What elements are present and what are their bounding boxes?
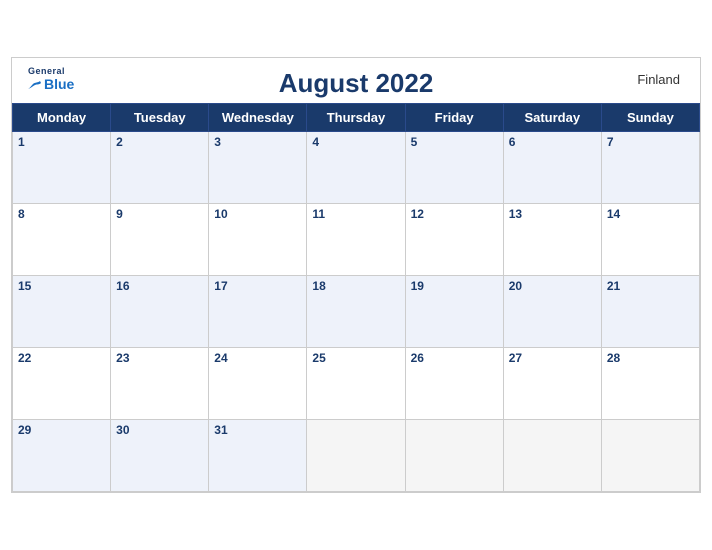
calendar-day-cell: 27 — [503, 348, 601, 420]
calendar-day-cell: 8 — [13, 204, 111, 276]
day-number: 17 — [214, 279, 301, 293]
day-number: 11 — [312, 207, 399, 221]
day-number: 1 — [18, 135, 105, 149]
day-number: 15 — [18, 279, 105, 293]
day-number: 28 — [607, 351, 694, 365]
weekday-thursday: Thursday — [307, 104, 405, 132]
calendar-container: General Blue August 2022 Finland Monday … — [11, 57, 701, 493]
day-number: 18 — [312, 279, 399, 293]
calendar-day-cell: 25 — [307, 348, 405, 420]
day-number: 10 — [214, 207, 301, 221]
calendar-day-cell: 14 — [601, 204, 699, 276]
calendar-week-row: 89 10 11 12 13 14 — [13, 204, 700, 276]
calendar-day-cell: 3 — [209, 132, 307, 204]
calendar-title: August 2022 — [32, 68, 680, 99]
day-number: 19 — [411, 279, 498, 293]
calendar-thead: Monday Tuesday Wednesday Thursday Friday… — [13, 104, 700, 132]
calendar-day-cell — [405, 420, 503, 492]
country-label: Finland — [637, 72, 680, 87]
brand-blue-text: Blue — [28, 76, 74, 92]
day-number: 12 — [411, 207, 498, 221]
calendar-day-cell: 13 — [503, 204, 601, 276]
calendar-day-cell: 26 — [405, 348, 503, 420]
day-number: 30 — [116, 423, 203, 437]
day-number: 9 — [116, 207, 203, 221]
day-number: 31 — [214, 423, 301, 437]
day-number: 14 — [607, 207, 694, 221]
weekday-sunday: Sunday — [601, 104, 699, 132]
day-number: 27 — [509, 351, 596, 365]
calendar-grid: Monday Tuesday Wednesday Thursday Friday… — [12, 103, 700, 492]
weekday-tuesday: Tuesday — [111, 104, 209, 132]
calendar-day-cell: 11 — [307, 204, 405, 276]
day-number: 22 — [18, 351, 105, 365]
day-number: 4 — [312, 135, 399, 149]
day-number: 26 — [411, 351, 498, 365]
day-number: 29 — [18, 423, 105, 437]
calendar-day-cell: 10 — [209, 204, 307, 276]
day-number: 7 — [607, 135, 694, 149]
calendar-day-cell: 21 — [601, 276, 699, 348]
calendar-week-row: 15 16 17 18 19 20 21 — [13, 276, 700, 348]
calendar-day-cell: 17 — [209, 276, 307, 348]
calendar-week-row: 22 23 24 25 26 27 28 — [13, 348, 700, 420]
calendar-day-cell: 5 — [405, 132, 503, 204]
calendar-day-cell: 6 — [503, 132, 601, 204]
calendar-week-row: 1234567 — [13, 132, 700, 204]
calendar-day-cell: 4 — [307, 132, 405, 204]
calendar-day-cell: 7 — [601, 132, 699, 204]
day-number: 21 — [607, 279, 694, 293]
weekday-header-row: Monday Tuesday Wednesday Thursday Friday… — [13, 104, 700, 132]
brand-logo: General Blue — [28, 66, 74, 92]
weekday-saturday: Saturday — [503, 104, 601, 132]
calendar-day-cell: 2 — [111, 132, 209, 204]
calendar-day-cell: 31 — [209, 420, 307, 492]
day-number: 24 — [214, 351, 301, 365]
weekday-wednesday: Wednesday — [209, 104, 307, 132]
bird-icon — [28, 80, 42, 90]
day-number: 20 — [509, 279, 596, 293]
calendar-day-cell: 15 — [13, 276, 111, 348]
calendar-day-cell: 30 — [111, 420, 209, 492]
calendar-day-cell: 9 — [111, 204, 209, 276]
calendar-day-cell: 22 — [13, 348, 111, 420]
calendar-day-cell — [601, 420, 699, 492]
calendar-body: 1234567891011121314151617181920212223242… — [13, 132, 700, 492]
day-number: 8 — [18, 207, 105, 221]
calendar-day-cell: 29 — [13, 420, 111, 492]
day-number: 3 — [214, 135, 301, 149]
weekday-monday: Monday — [13, 104, 111, 132]
calendar-week-row: 29 30 31 — [13, 420, 700, 492]
calendar-header: General Blue August 2022 Finland — [12, 58, 700, 103]
day-number: 16 — [116, 279, 203, 293]
weekday-friday: Friday — [405, 104, 503, 132]
calendar-day-cell: 23 — [111, 348, 209, 420]
day-number: 13 — [509, 207, 596, 221]
calendar-day-cell — [503, 420, 601, 492]
calendar-day-cell: 24 — [209, 348, 307, 420]
calendar-day-cell: 16 — [111, 276, 209, 348]
calendar-day-cell: 19 — [405, 276, 503, 348]
day-number: 23 — [116, 351, 203, 365]
brand-general-text: General — [28, 66, 65, 76]
day-number: 6 — [509, 135, 596, 149]
day-number: 2 — [116, 135, 203, 149]
calendar-day-cell: 28 — [601, 348, 699, 420]
calendar-day-cell — [307, 420, 405, 492]
calendar-day-cell: 20 — [503, 276, 601, 348]
calendar-day-cell: 12 — [405, 204, 503, 276]
day-number: 5 — [411, 135, 498, 149]
day-number: 25 — [312, 351, 399, 365]
calendar-day-cell: 1 — [13, 132, 111, 204]
calendar-day-cell: 18 — [307, 276, 405, 348]
